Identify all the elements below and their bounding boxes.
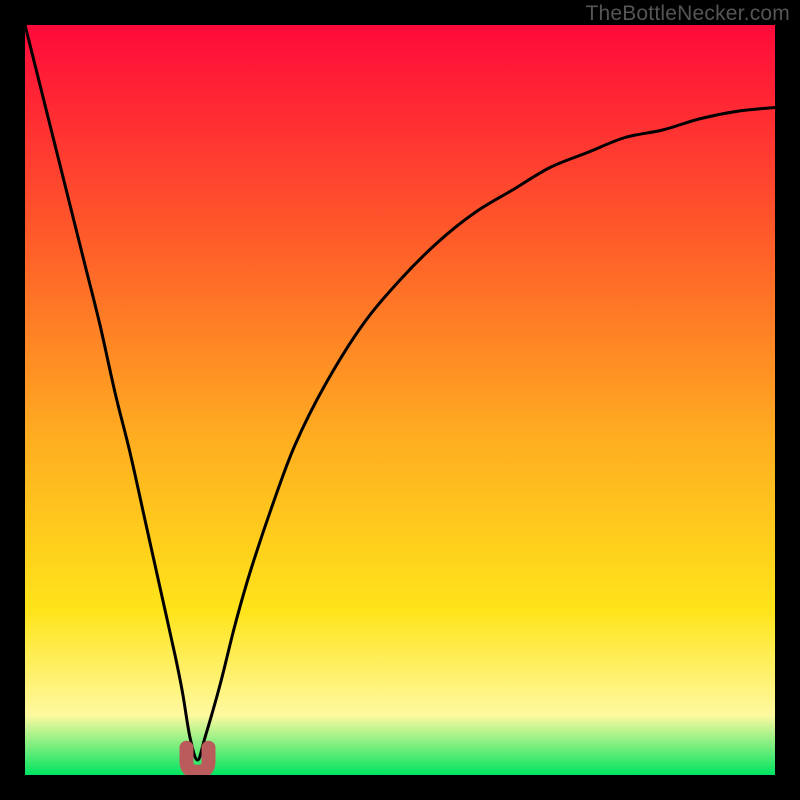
chart-svg xyxy=(25,25,775,775)
chart-plot-area xyxy=(25,25,775,775)
gradient-background xyxy=(25,25,775,775)
attribution-text: TheBottleNecker.com xyxy=(585,2,790,26)
chart-outer-frame: TheBottleNecker.com xyxy=(0,0,800,800)
